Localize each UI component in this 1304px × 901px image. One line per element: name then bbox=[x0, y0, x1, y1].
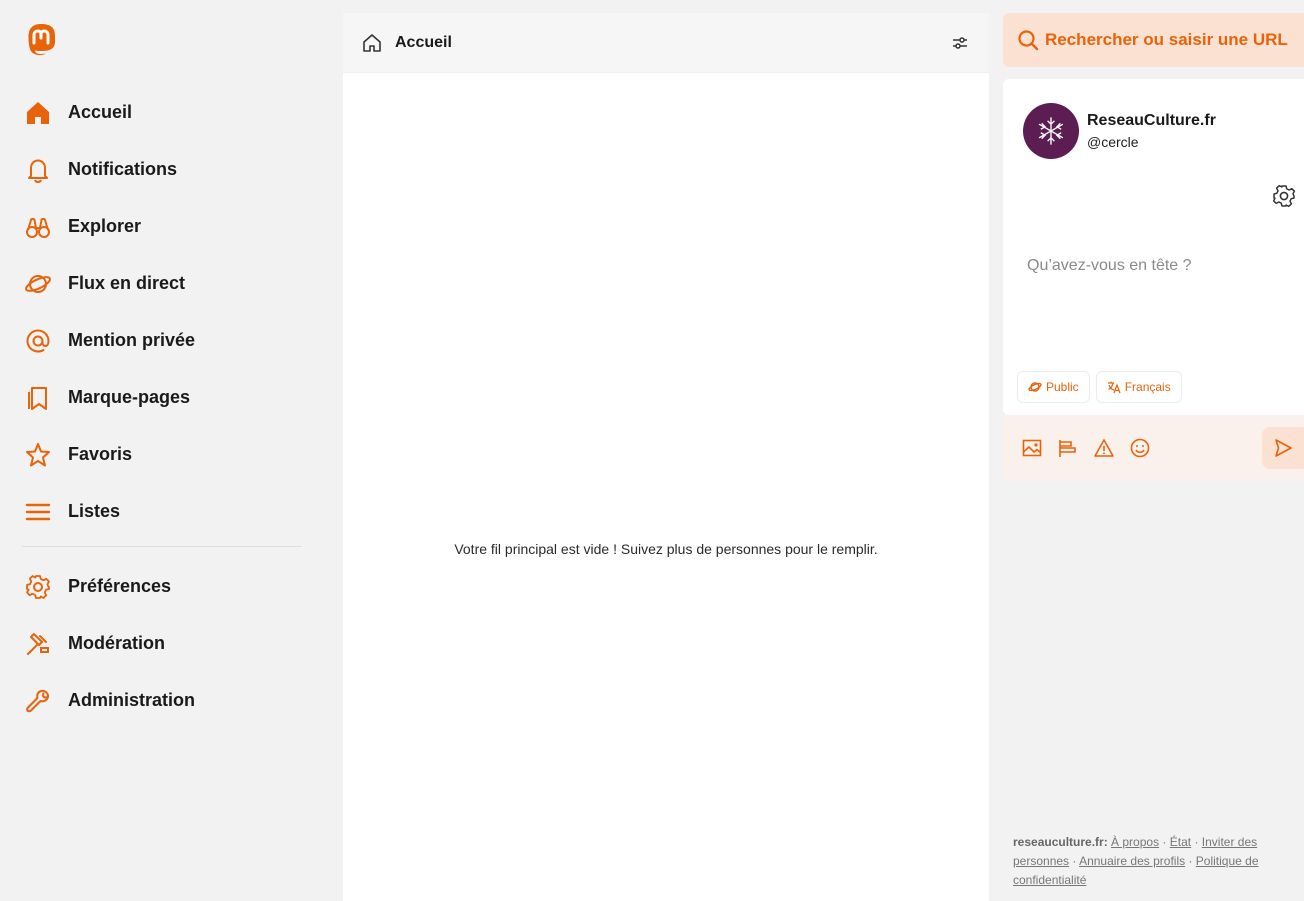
nav-item-label: Administration bbox=[68, 690, 196, 710]
poll-icon[interactable] bbox=[1057, 437, 1079, 459]
wrench-icon bbox=[22, 685, 54, 717]
nav-item-lists[interactable]: Listes bbox=[22, 483, 302, 540]
publish-button[interactable] bbox=[1262, 427, 1304, 469]
footer-link-status[interactable]: État bbox=[1170, 835, 1191, 849]
nav-item-private-mentions[interactable]: Mention privée bbox=[22, 312, 302, 369]
nav-item-label: Flux en direct bbox=[68, 273, 186, 293]
nav-list: Accueil Notifications Explorer Flux en d… bbox=[22, 84, 302, 729]
translate-icon bbox=[1107, 381, 1121, 394]
avatar[interactable] bbox=[1023, 103, 1079, 159]
nav-item-bookmarks[interactable]: Marque-pages bbox=[22, 369, 302, 426]
nav-item-favourites[interactable]: Favoris bbox=[22, 426, 302, 483]
compose-panel: ReseauCulture.fr @cercle Qu’avez-vous en… bbox=[1003, 79, 1304, 415]
home-outline-icon bbox=[361, 32, 383, 54]
account-settings-gear-icon[interactable] bbox=[1271, 183, 1297, 209]
column-title: Accueil bbox=[395, 33, 452, 51]
account-header[interactable]: ReseauCulture.fr @cercle bbox=[1023, 103, 1216, 159]
left-navigation: Accueil Notifications Explorer Flux en d… bbox=[0, 0, 310, 901]
nav-item-label: Listes bbox=[68, 501, 121, 521]
compose-form: ReseauCulture.fr @cercle Qu’avez-vous en… bbox=[1003, 79, 1304, 481]
nav-item-label: Favoris bbox=[68, 444, 133, 464]
search-placeholder: Rechercher ou saisir une URL bbox=[1045, 30, 1288, 49]
footer-site-name: reseauculture.fr: bbox=[1013, 835, 1108, 849]
account-display-name: ReseauCulture.fr bbox=[1087, 112, 1216, 129]
gear-icon bbox=[22, 571, 54, 603]
nav-item-label: Marque-pages bbox=[68, 387, 191, 407]
nav-item-label: Explorer bbox=[68, 216, 142, 236]
account-handle: @cercle bbox=[1087, 134, 1139, 150]
star-icon bbox=[22, 439, 54, 471]
nav-item-label: Préférences bbox=[68, 576, 172, 596]
image-upload-icon[interactable] bbox=[1021, 437, 1043, 459]
home-icon bbox=[22, 97, 54, 129]
nav-item-administration[interactable]: Administration bbox=[22, 672, 302, 729]
search-icon bbox=[1018, 30, 1039, 51]
nav-item-label: Accueil bbox=[68, 102, 133, 122]
nav-item-notifications[interactable]: Notifications bbox=[22, 141, 302, 198]
nav-item-label: Mention privée bbox=[68, 330, 196, 350]
footer-links: reseauculture.fr: À propos · État · Invi… bbox=[1013, 835, 1259, 887]
nav-divider bbox=[22, 546, 302, 547]
nav-item-preferences[interactable]: Préférences bbox=[22, 558, 302, 615]
nav-item-live-feeds[interactable]: Flux en direct bbox=[22, 255, 302, 312]
visibility-label: Public bbox=[1046, 380, 1079, 394]
binoculars-icon bbox=[22, 211, 54, 243]
at-icon bbox=[22, 325, 54, 357]
snowflake-logo-icon bbox=[1038, 117, 1064, 145]
home-column: Accueil Votre fil principal est vide ! S… bbox=[343, 13, 989, 901]
search-input[interactable]: Rechercher ou saisir une URL bbox=[1003, 13, 1304, 67]
right-column: Rechercher ou saisir une URL ReseauCultu… bbox=[1003, 13, 1304, 901]
bookmarks-icon bbox=[22, 382, 54, 414]
planet-icon bbox=[22, 268, 54, 300]
visibility-button[interactable]: Public bbox=[1017, 371, 1090, 403]
send-icon bbox=[1275, 439, 1292, 457]
column-header[interactable]: Accueil bbox=[343, 13, 989, 73]
language-button[interactable]: Français bbox=[1095, 371, 1182, 403]
language-label: Français bbox=[1124, 380, 1171, 394]
list-icon bbox=[22, 496, 54, 528]
column-settings-icon[interactable] bbox=[949, 32, 971, 54]
planet-icon bbox=[1028, 382, 1042, 392]
emoji-icon[interactable] bbox=[1129, 437, 1151, 459]
nav-item-home[interactable]: Accueil bbox=[22, 84, 302, 141]
gavel-icon bbox=[22, 628, 54, 660]
footer-link-directory[interactable]: Annuaire des profils bbox=[1079, 854, 1185, 868]
compose-toolbar bbox=[1003, 415, 1304, 481]
nav-item-moderation[interactable]: Modération bbox=[22, 615, 302, 672]
compose-options: Public Français bbox=[1017, 371, 1182, 403]
bell-icon bbox=[22, 154, 54, 186]
mastodon-logo-icon[interactable] bbox=[24, 22, 58, 56]
empty-timeline-message: Votre fil principal est vide ! Suivez pl… bbox=[454, 541, 878, 557]
footer-link-about[interactable]: À propos bbox=[1111, 835, 1159, 849]
compose-textarea[interactable]: Qu’avez-vous en tête ? bbox=[1027, 257, 1192, 275]
nav-item-label: Notifications bbox=[68, 159, 178, 179]
content-warning-icon[interactable] bbox=[1093, 437, 1115, 459]
nav-item-explore[interactable]: Explorer bbox=[22, 198, 302, 255]
nav-item-label: Modération bbox=[68, 633, 165, 653]
